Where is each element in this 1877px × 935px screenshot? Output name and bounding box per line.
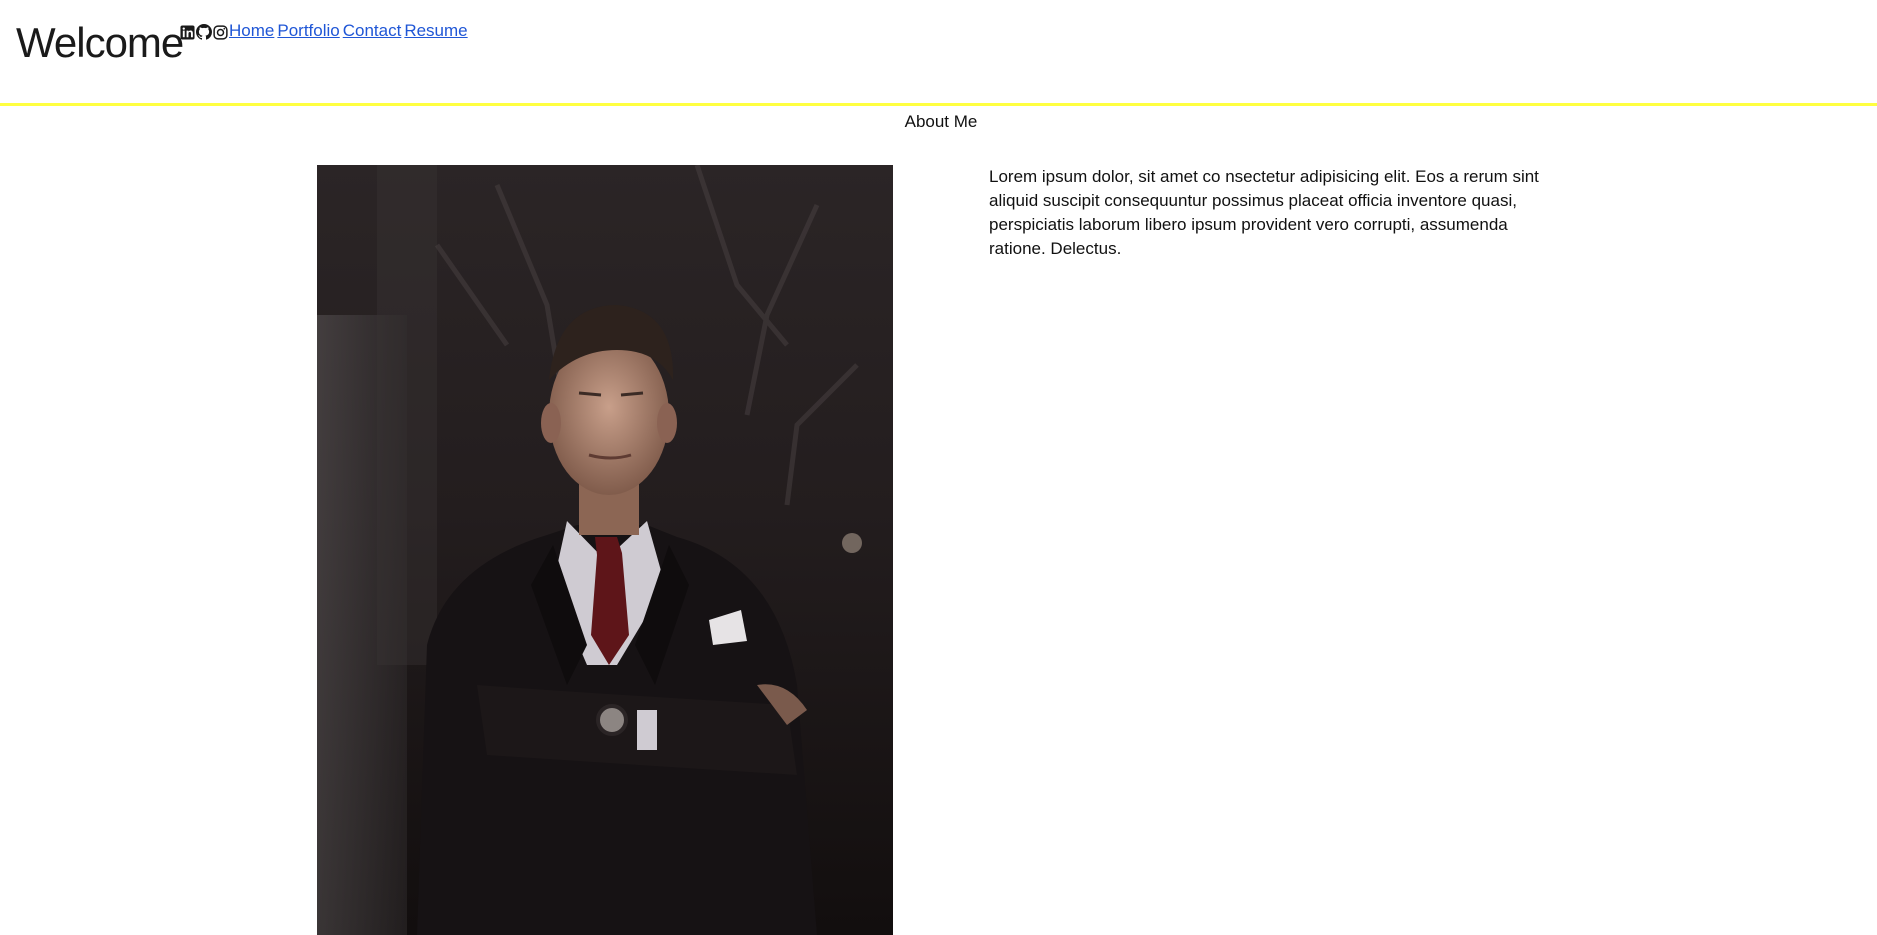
linkedin-icon[interactable] — [180, 24, 195, 40]
nav-portfolio-link[interactable]: Portfolio — [277, 20, 339, 42]
nav-home-link[interactable]: Home — [229, 20, 274, 42]
main-nav: Home Portfolio Contact Resume — [229, 20, 468, 42]
about-body: Lorem ipsum dolor, sit amet co nsectetur… — [989, 167, 1539, 258]
nav-contact-link[interactable]: Contact — [343, 20, 402, 42]
instagram-icon[interactable] — [213, 24, 228, 40]
nav-resume-link[interactable]: Resume — [404, 20, 467, 42]
social-links — [180, 24, 228, 40]
site-header: Welcome Home Portfolio Contact Resume — [0, 0, 1877, 106]
github-icon[interactable] — [196, 24, 212, 40]
about-heading: About Me — [904, 112, 978, 131]
site-title: Welcome — [16, 19, 184, 66]
profile-photo — [317, 165, 893, 935]
